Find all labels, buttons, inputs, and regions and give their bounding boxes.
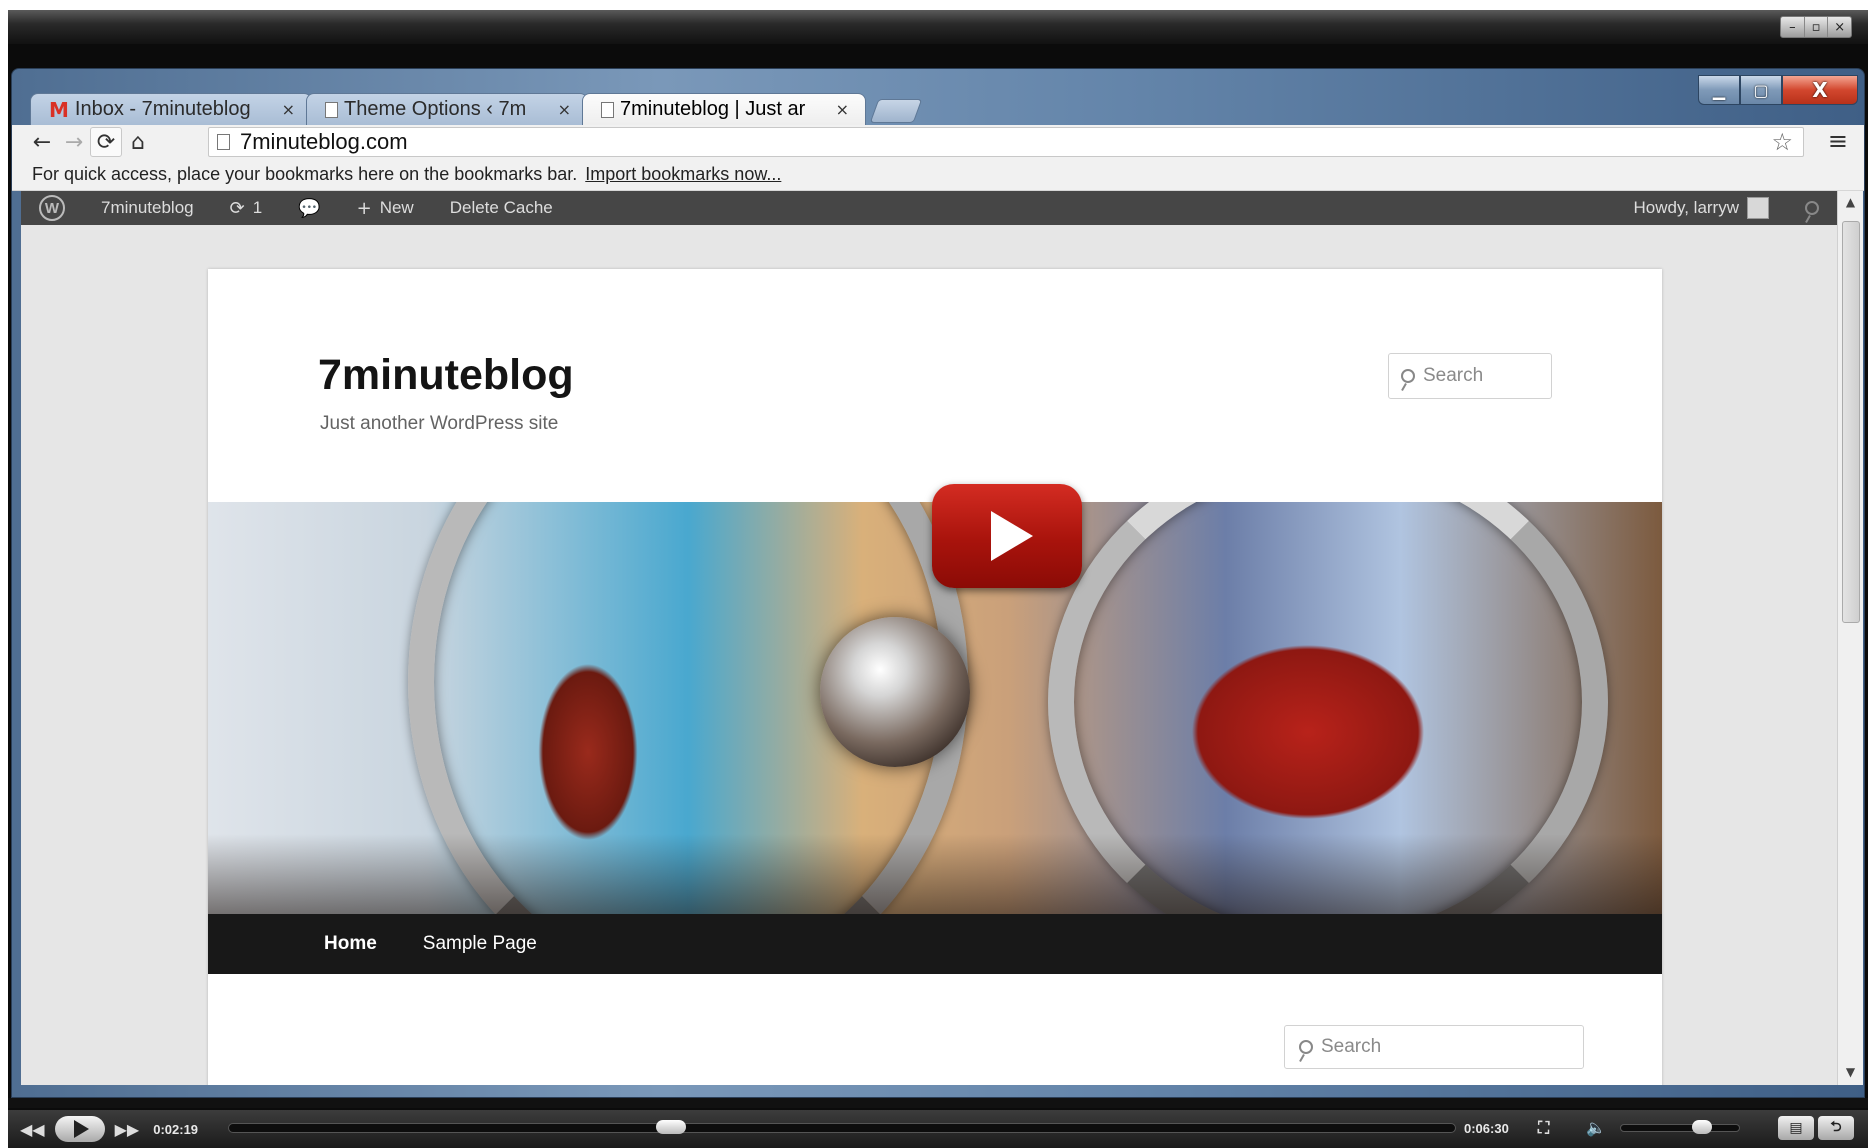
forward-arrow-icon[interactable]: → (58, 127, 90, 157)
play-icon (73, 1120, 89, 1138)
page-icon (217, 134, 230, 150)
comments-icon: 💬 (298, 197, 321, 219)
seek-knob[interactable] (655, 1120, 686, 1134)
admin-bar-site-name[interactable]: 7minuteblog (83, 191, 212, 225)
wp-logo-menu[interactable]: W (21, 191, 83, 225)
chrome-menu-icon[interactable]: ≡ (1828, 127, 1848, 155)
howdy-label: Howdy, larryw (1633, 198, 1739, 217)
player-titlebar: – ▫ × (8, 10, 1868, 44)
page-icon (325, 101, 338, 118)
avatar (1747, 197, 1769, 219)
caption-mode-icon[interactable]: ▤ (1778, 1116, 1814, 1140)
player-minimize-button[interactable]: – (1781, 17, 1805, 37)
nav-sample-page[interactable]: Sample Page (423, 933, 537, 955)
sidebar-search-placeholder: Search (1321, 1036, 1382, 1057)
volume-slider[interactable] (1620, 1120, 1740, 1134)
browser-toolbar: ← → ⟳ ⌂ 7minuteblog.com ☆ ≡ (12, 125, 1864, 159)
player-controls: ◀◀ ▶▶ 0:02:19 0:06:30 ⛶ 🔈 ▤ ⮌ (8, 1110, 1868, 1148)
search-placeholder: Search (1423, 365, 1484, 386)
search-icon (1299, 1040, 1313, 1054)
browser-window: ▁ ▢ X M Inbox - 7minuteblog × Theme Opti… (11, 68, 1865, 1098)
tab-7minuteblog[interactable]: 7minuteblog | Just ar × (582, 93, 866, 125)
tab-theme-options[interactable]: Theme Options ‹ 7m × (306, 93, 588, 125)
tab-label: 7minuteblog | Just ar (619, 98, 806, 120)
admin-bar-comments[interactable]: 💬 (280, 191, 338, 225)
page-viewport: 7minuteblog Just another WordPress site … (21, 225, 1837, 1085)
browser-maximize-button[interactable]: ▢ (1740, 75, 1782, 105)
home-icon[interactable]: ⌂ (122, 127, 154, 157)
scroll-down-arrow-icon[interactable]: ▼ (1838, 1065, 1863, 1079)
volume-icon[interactable]: 🔈 (1586, 1118, 1606, 1137)
tab-inbox[interactable]: M Inbox - 7minuteblog × (30, 93, 312, 125)
browser-minimize-button[interactable]: ▁ (1698, 75, 1740, 105)
chrome-hub (820, 617, 970, 767)
admin-bar-secondary: Howdy, larryw (1616, 191, 1837, 225)
search-icon (1401, 369, 1415, 383)
browser-window-controls: ▁ ▢ X (1698, 75, 1858, 109)
bookmarks-bar: For quick access, place your bookmarks h… (12, 159, 1864, 191)
wordpress-logo-icon: W (39, 195, 65, 221)
player-window-controls: – ▫ × (1780, 16, 1852, 38)
page-icon (601, 101, 614, 118)
sidebar-search-input[interactable]: Search (1284, 1025, 1584, 1069)
search-icon (1805, 201, 1819, 215)
browser-close-button[interactable]: X (1782, 75, 1858, 105)
player-close-button[interactable]: × (1828, 17, 1851, 37)
admin-bar-account[interactable]: Howdy, larryw (1616, 191, 1787, 225)
plus-icon: + (356, 197, 372, 219)
page-scrollbar[interactable]: ▲ ▼ (1837, 191, 1863, 1085)
tab-label: Theme Options ‹ 7m (343, 98, 527, 120)
new-label: New (379, 198, 414, 217)
new-tab-button[interactable] (869, 99, 923, 123)
fast-forward-icon[interactable]: ▶▶ (115, 1120, 140, 1139)
address-url: 7minuteblog.com (240, 129, 408, 154)
current-time: 0:02:19 (153, 1121, 199, 1137)
bookmark-star-icon[interactable]: ☆ (1771, 128, 1793, 156)
site-title[interactable]: 7minuteblog (318, 351, 574, 400)
nav-home[interactable]: Home (324, 933, 377, 955)
play-icon (991, 511, 1033, 561)
admin-bar-updates[interactable]: ⟳ 1 (212, 191, 281, 225)
tab-label: Inbox - 7minuteblog (74, 98, 251, 120)
video-play-button[interactable] (932, 484, 1082, 588)
import-bookmarks-link[interactable]: Import bookmarks now... (585, 164, 781, 185)
tab-close-icon[interactable]: × (282, 100, 295, 119)
header-search-input[interactable]: Search (1388, 353, 1552, 399)
admin-bar-delete-cache[interactable]: Delete Cache (432, 191, 571, 225)
bookmarks-message: For quick access, place your bookmarks h… (32, 164, 578, 184)
seek-bar[interactable] (228, 1120, 1456, 1134)
reload-icon[interactable]: ⟳ (90, 127, 122, 157)
scroll-thumb[interactable] (1842, 221, 1860, 623)
rewind-icon[interactable]: ◀◀ (20, 1120, 45, 1139)
volume-knob[interactable] (1691, 1120, 1712, 1134)
tab-close-icon[interactable]: × (836, 100, 849, 119)
header-image-shade (208, 834, 1662, 914)
address-bar[interactable]: 7minuteblog.com ☆ (208, 127, 1804, 157)
loop-mode-icon[interactable]: ⮌ (1818, 1116, 1854, 1140)
updates-count: 1 (252, 198, 263, 217)
site-navigation: Home Sample Page (208, 914, 1662, 974)
play-button[interactable] (54, 1116, 105, 1142)
admin-bar-new[interactable]: + New (339, 191, 432, 225)
fullscreen-icon[interactable]: ⛶ (1538, 1118, 1549, 1138)
player-maximize-button[interactable]: ▫ (1805, 17, 1829, 37)
tab-strip: M Inbox - 7minuteblog × Theme Options ‹ … (30, 91, 923, 125)
total-time: 0:06:30 (1464, 1121, 1509, 1136)
site-page: 7minuteblog Just another WordPress site … (208, 269, 1662, 1085)
tab-close-icon[interactable]: × (558, 100, 571, 119)
wp-admin-bar: W 7minuteblog ⟳ 1 💬 + New Delete Cache H… (21, 191, 1837, 225)
scroll-up-arrow-icon[interactable]: ▲ (1838, 195, 1863, 209)
updates-icon: ⟳ (229, 197, 245, 219)
player-divider (8, 1098, 1868, 1108)
site-tagline: Just another WordPress site (320, 413, 559, 434)
admin-bar-search[interactable] (1787, 191, 1837, 225)
back-arrow-icon[interactable]: ← (26, 127, 58, 157)
media-player-window: – ▫ × ▁ ▢ X M Inbox - 7minuteblog × Them… (8, 10, 1868, 1148)
gmail-icon: M (49, 97, 69, 122)
